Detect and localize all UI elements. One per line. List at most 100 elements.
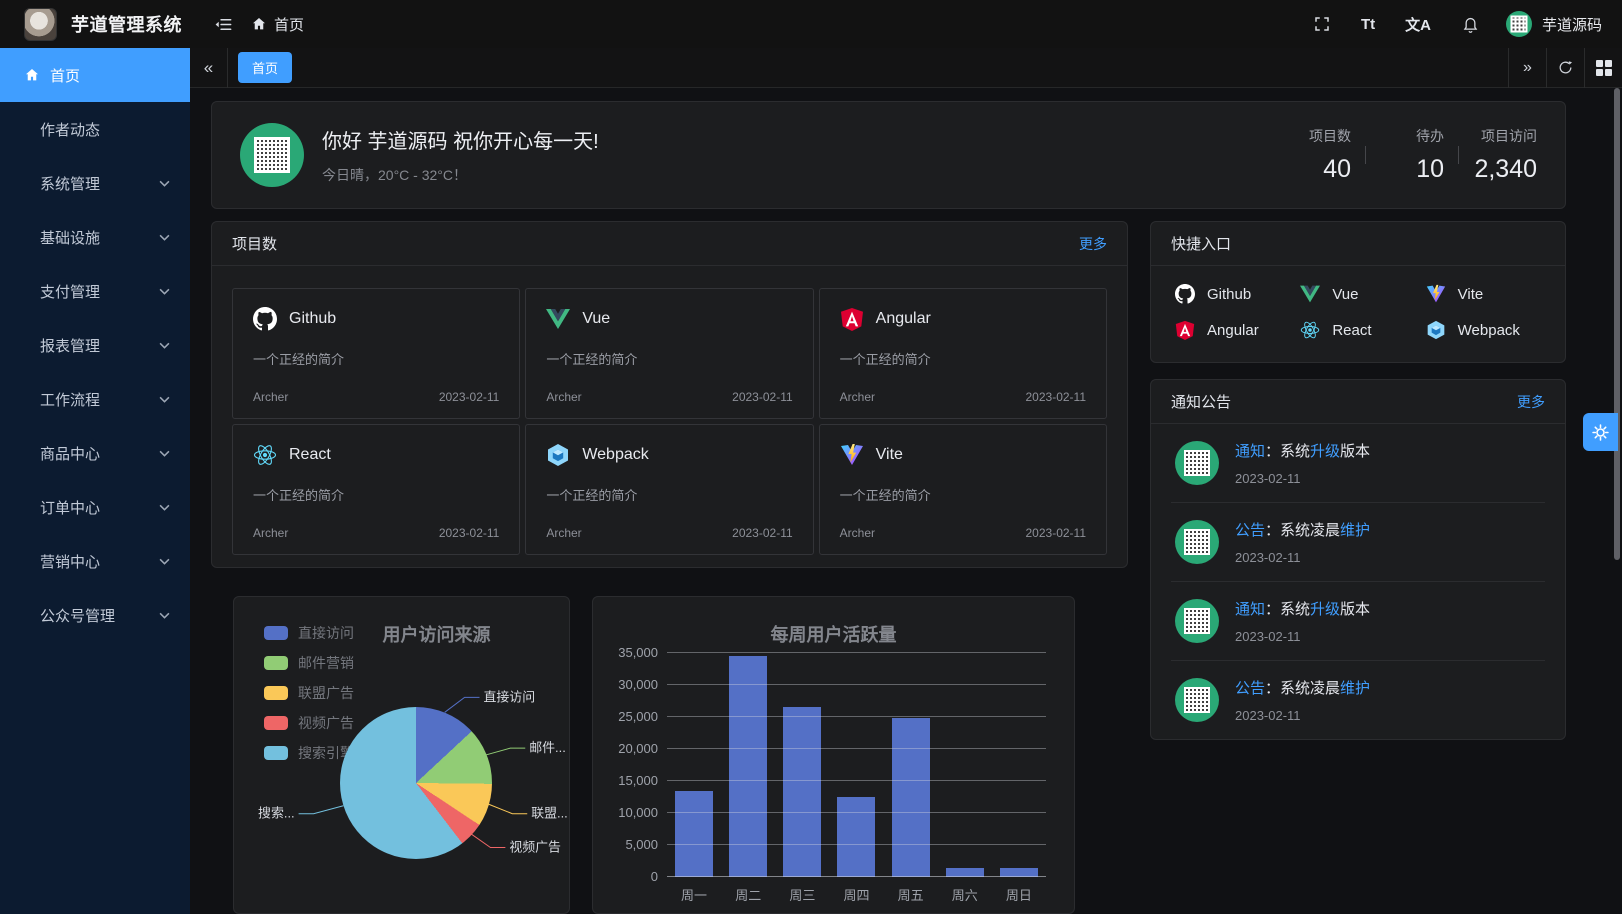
sidebar-item-wechat-mp[interactable]: 公众号管理 bbox=[0, 588, 190, 642]
pie-callout-label: 邮件... bbox=[529, 740, 566, 755]
shortcut-label: Vite bbox=[1458, 286, 1484, 303]
project-card-vue[interactable]: Vue 一个正经的简介 Archer 2023-02-11 bbox=[525, 288, 813, 419]
collapse-tabs-right-button[interactable]: » bbox=[1508, 48, 1546, 88]
legend-item[interactable]: 视频广告 bbox=[264, 713, 354, 733]
collapse-tabs-left-button[interactable]: « bbox=[190, 48, 228, 88]
project-card-webpack[interactable]: Webpack 一个正经的简介 Archer 2023-02-11 bbox=[525, 424, 813, 555]
notifications-button[interactable] bbox=[1457, 11, 1484, 38]
shortcut-github[interactable]: Github bbox=[1175, 284, 1290, 304]
x-axis-tick-label: 周一 bbox=[675, 885, 713, 904]
chevron-down-icon bbox=[159, 396, 170, 403]
bar bbox=[675, 791, 713, 877]
user-avatar[interactable] bbox=[1506, 11, 1532, 37]
notice-item[interactable]: 通知：系统升级版本 2023-02-11 bbox=[1171, 424, 1545, 503]
legend-label: 联盟广告 bbox=[298, 683, 354, 703]
react-icon bbox=[1300, 320, 1320, 340]
shortcut-angular[interactable]: Angular bbox=[1175, 320, 1290, 340]
tab-home[interactable]: 首页 bbox=[238, 52, 292, 83]
x-axis-tick-label: 周四 bbox=[837, 885, 875, 904]
react-icon bbox=[253, 443, 277, 467]
project-card-vite[interactable]: Vite 一个正经的简介 Archer 2023-02-11 bbox=[819, 424, 1107, 555]
breadcrumb[interactable]: 首页 bbox=[251, 14, 304, 35]
refresh-icon bbox=[1557, 59, 1574, 76]
shortcut-label: Webpack bbox=[1458, 322, 1520, 339]
gear-icon bbox=[1591, 423, 1610, 442]
chevron-down-icon bbox=[159, 342, 170, 349]
chevron-down-icon bbox=[159, 450, 170, 457]
gridline bbox=[667, 684, 1046, 685]
sidebar-item-marketing[interactable]: 营销中心 bbox=[0, 534, 190, 588]
legend-item[interactable]: 直接访问 bbox=[264, 623, 354, 643]
shortcut-label: Angular bbox=[1207, 322, 1259, 339]
vue-icon bbox=[1300, 284, 1320, 304]
vite-icon bbox=[1426, 284, 1446, 304]
sidebar-item-home[interactable]: 首页 bbox=[0, 48, 190, 102]
project-author: Archer bbox=[546, 390, 581, 404]
sidebar-item-product[interactable]: 商品中心 bbox=[0, 426, 190, 480]
font-size-button[interactable]: Tt bbox=[1357, 12, 1379, 37]
notice-item[interactable]: 通知：系统升级版本 2023-02-11 bbox=[1171, 582, 1545, 661]
locale-icon: 文A bbox=[1405, 14, 1431, 35]
notice-title: 通知：系统升级版本 bbox=[1235, 440, 1370, 461]
project-card-github[interactable]: Github 一个正经的简介 Archer 2023-02-11 bbox=[232, 288, 520, 419]
project-author: Archer bbox=[546, 526, 581, 540]
legend-swatch bbox=[264, 626, 288, 640]
sidebar-item-workflow[interactable]: 工作流程 bbox=[0, 372, 190, 426]
y-axis-tick-label: 0 bbox=[651, 869, 658, 884]
pie-callout-label: 直接访问 bbox=[483, 689, 535, 704]
shortcut-react[interactable]: React bbox=[1300, 320, 1415, 340]
menu-fold-button[interactable] bbox=[210, 11, 237, 38]
notice-item[interactable]: 公告：系统凌晨维护 2023-02-11 bbox=[1171, 503, 1545, 582]
x-axis-tick-label: 周六 bbox=[946, 885, 984, 904]
legend-item[interactable]: 搜索引擎 bbox=[264, 743, 354, 763]
legend-item[interactable]: 联盟广告 bbox=[264, 683, 354, 703]
theme-settings-button[interactable] bbox=[1583, 413, 1618, 451]
vue-icon bbox=[546, 307, 570, 331]
stat-visits: 项目访问 2,340 bbox=[1473, 126, 1537, 184]
chevron-down-icon bbox=[159, 504, 170, 511]
gridline bbox=[667, 748, 1046, 749]
locale-button[interactable]: 文A bbox=[1401, 10, 1435, 39]
legend-item[interactable]: 邮件营销 bbox=[264, 653, 354, 673]
fullscreen-button[interactable] bbox=[1309, 11, 1335, 37]
shortcut-vue[interactable]: Vue bbox=[1300, 284, 1415, 304]
stat-label: 项目数 bbox=[1309, 126, 1351, 146]
tab-options-button[interactable] bbox=[1584, 48, 1622, 88]
sidebar-item-label: 支付管理 bbox=[40, 281, 100, 302]
project-date: 2023-02-11 bbox=[439, 390, 500, 404]
scrollbar-thumb[interactable] bbox=[1614, 88, 1620, 560]
sidebar-item-report[interactable]: 报表管理 bbox=[0, 318, 190, 372]
x-axis-tick-label: 周日 bbox=[1000, 885, 1038, 904]
legend-swatch bbox=[264, 656, 288, 670]
y-axis-tick-label: 15,000 bbox=[618, 773, 658, 788]
legend-swatch bbox=[264, 746, 288, 760]
refresh-button[interactable] bbox=[1546, 48, 1584, 88]
project-name: React bbox=[289, 446, 331, 464]
project-name: Webpack bbox=[582, 446, 648, 464]
legend-swatch bbox=[264, 716, 288, 730]
projects-more-link[interactable]: 更多 bbox=[1079, 234, 1107, 254]
project-card-react[interactable]: React 一个正经的简介 Archer 2023-02-11 bbox=[232, 424, 520, 555]
bar-chart: 周一周二周三周四周五周六周日 05,00010,00015,00020,0002… bbox=[667, 653, 1046, 877]
gridline bbox=[667, 812, 1046, 813]
chevron-down-icon bbox=[159, 180, 170, 187]
angular-icon bbox=[840, 307, 864, 331]
sidebar-item-order[interactable]: 订单中心 bbox=[0, 480, 190, 534]
notice-date: 2023-02-11 bbox=[1235, 550, 1370, 565]
shortcut-webpack[interactable]: Webpack bbox=[1426, 320, 1541, 340]
user-name[interactable]: 芋道源码 bbox=[1542, 14, 1602, 35]
sidebar-item-author-news[interactable]: 作者动态 bbox=[0, 102, 190, 156]
sidebar-item-infra[interactable]: 基础设施 bbox=[0, 210, 190, 264]
stat-value: 2,340 bbox=[1474, 155, 1537, 184]
x-axis-tick-label: 周五 bbox=[892, 885, 930, 904]
shortcut-vite[interactable]: Vite bbox=[1426, 284, 1541, 304]
notice-item[interactable]: 公告：系统凌晨维护 2023-02-11 bbox=[1171, 661, 1545, 739]
bar-chart-card: 每周用户活跃量 周一周二周三周四周五周六周日 05,00010,00015,00… bbox=[592, 596, 1075, 914]
menu-fold-icon bbox=[214, 15, 233, 34]
vite-icon bbox=[840, 443, 864, 467]
project-card-angular[interactable]: Angular 一个正经的简介 Archer 2023-02-11 bbox=[819, 288, 1107, 419]
notices-more-link[interactable]: 更多 bbox=[1517, 392, 1545, 412]
sidebar-item-system[interactable]: 系统管理 bbox=[0, 156, 190, 210]
bar bbox=[783, 707, 821, 877]
sidebar-item-payment[interactable]: 支付管理 bbox=[0, 264, 190, 318]
